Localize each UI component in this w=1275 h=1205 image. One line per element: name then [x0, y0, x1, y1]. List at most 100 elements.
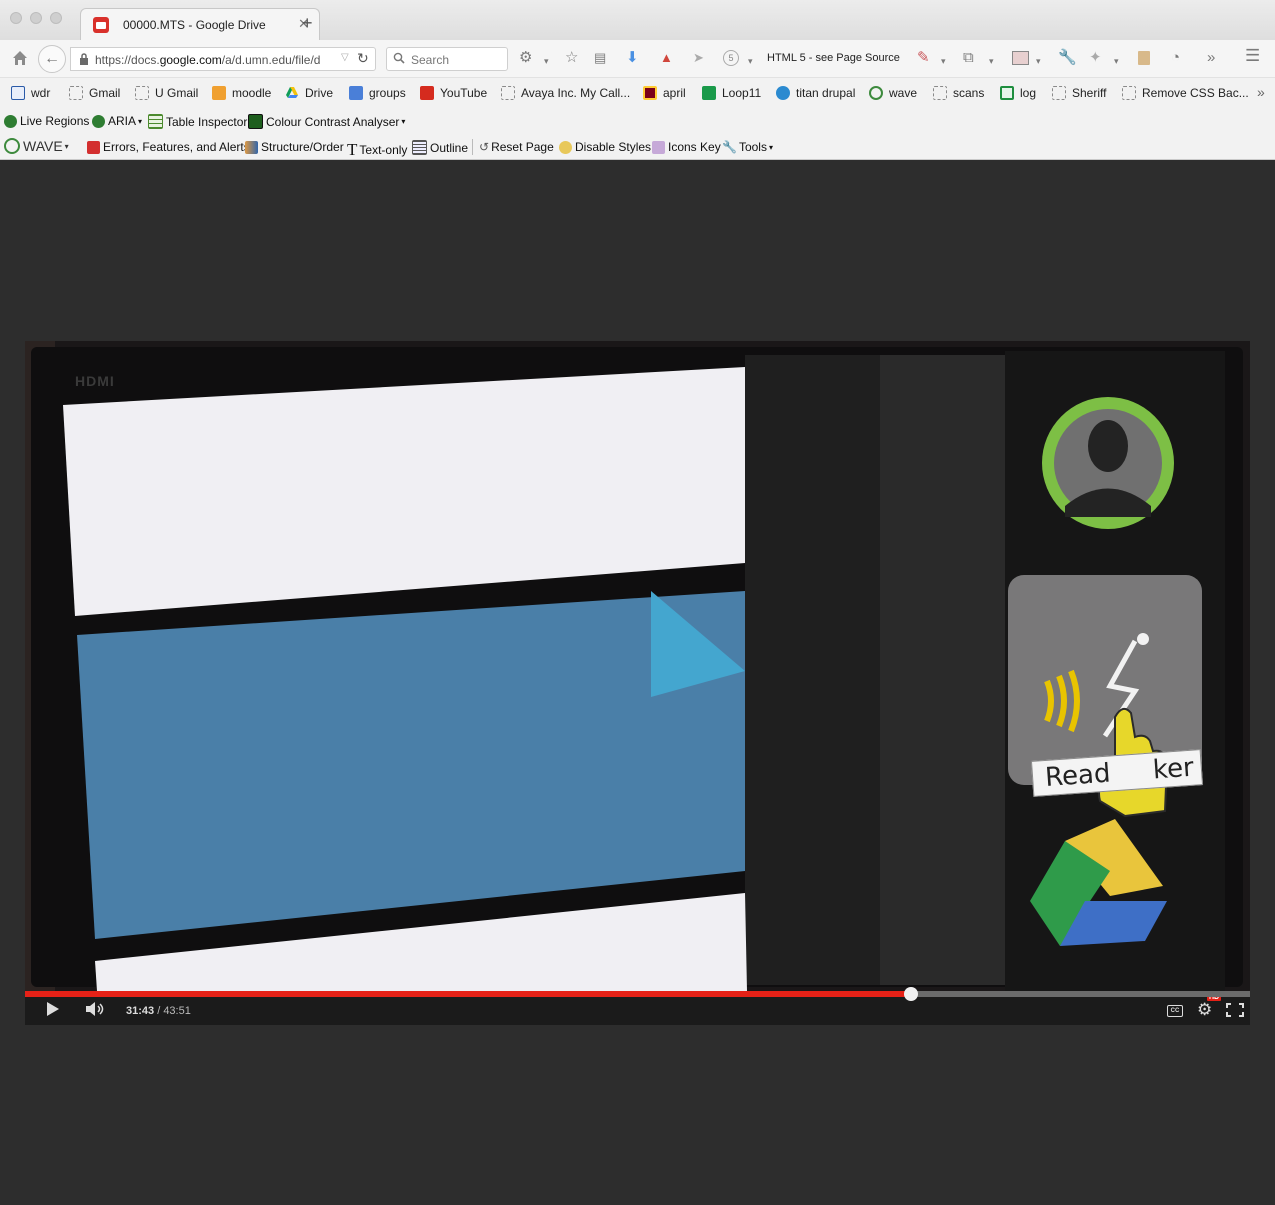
progress-bar[interactable] [25, 987, 1250, 1001]
tab-google-drive[interactable]: 00000.MTS - Google Drive ✕ [80, 8, 320, 40]
bookmark-wave[interactable]: wave [869, 86, 917, 100]
crop-dropdown-icon[interactable]: ▾ [989, 52, 994, 70]
dropdown-icon[interactable]: ▾ [748, 52, 753, 70]
lock-icon [79, 53, 89, 68]
new-tab-button[interactable]: + [302, 14, 313, 32]
overflow-chevron-icon[interactable]: » [1207, 49, 1215, 67]
paint-icon[interactable]: ✦ [1089, 49, 1102, 67]
bookmark-label: scans [953, 86, 985, 100]
bookmark-groups[interactable]: groups [349, 86, 406, 100]
back-arrow-icon: ← [44, 50, 60, 67]
play-icon[interactable] [45, 1001, 61, 1020]
fullscreen-icon[interactable] [1226, 1003, 1244, 1020]
bookmark-wdr[interactable]: wdr [11, 86, 50, 100]
errors-features-alerts-button[interactable]: Errors, Features, and Alerts [87, 140, 250, 154]
video-player[interactable]: Read ker HDMI 31:43 / 43:51 CC ⚙ HD [25, 341, 1250, 1025]
hamburger-menu-icon[interactable]: ☰ [1245, 47, 1260, 65]
search-placeholder: Search [411, 53, 450, 67]
live-regions-button[interactable]: Live Regions [4, 114, 89, 128]
bookmark-u-gmail[interactable]: U Gmail [135, 86, 198, 100]
captions-icon[interactable]: CC [1167, 1005, 1183, 1017]
url-dropdown-icon[interactable]: ▽ [341, 52, 349, 63]
wave-dropdown-icon: ▾ [64, 141, 69, 151]
zoom-window-button[interactable] [50, 12, 62, 24]
settings-gear-icon[interactable]: ⚙ [1197, 1000, 1212, 1020]
wave-icon [869, 86, 883, 100]
outline-button[interactable]: Outline [412, 140, 468, 155]
wave-logo-icon [4, 138, 20, 154]
bookmark-label: Remove CSS Bac... [1142, 86, 1249, 100]
page-icon [135, 86, 149, 100]
bookmark-label: Gmail [89, 86, 121, 100]
addon-flame-icon[interactable]: ▲ [660, 49, 673, 67]
outline-icon [412, 140, 427, 155]
text-only-button[interactable]: T Text-only [347, 140, 407, 160]
errors-label: Errors, Features, and Alerts [103, 140, 250, 154]
broom-dropdown-icon[interactable]: ▾ [941, 52, 946, 70]
table-inspector-button[interactable]: Table Inspector [148, 114, 247, 129]
bookmark-april[interactable]: april [643, 86, 686, 100]
broom-icon[interactable]: ✎ [917, 49, 930, 67]
close-window-button[interactable] [10, 12, 22, 24]
screen-icon[interactable] [1012, 51, 1029, 65]
bookmark-youtube[interactable]: YouTube [420, 86, 487, 100]
disable-styles-button[interactable]: Disable Styles [559, 140, 651, 154]
bookmark-avaya[interactable]: Avaya Inc. My Call... [501, 86, 630, 100]
home-icon[interactable] [11, 49, 29, 73]
bookmark-label: Loop11 [722, 86, 762, 100]
search-input[interactable]: Search [386, 47, 508, 71]
wave-toolbar: WAVE ▾ Errors, Features, and Alerts Struc… [0, 134, 1275, 160]
back-button[interactable]: ← [38, 45, 66, 73]
colour-contrast-button[interactable]: Colour Contrast Analyser ▾ [248, 114, 405, 129]
bookmark-moodle[interactable]: moodle [212, 86, 271, 100]
count-badge[interactable]: 5 [723, 50, 739, 66]
notebook-icon[interactable] [1138, 51, 1150, 65]
tools-button[interactable]: 🔧 Tools ▾ [722, 140, 773, 154]
wdr-icon [11, 86, 25, 100]
current-time: 31:43 [126, 1005, 155, 1017]
tab-title: 00000.MTS - Google Drive [123, 18, 266, 32]
bookmark-label: YouTube [440, 86, 488, 100]
minimize-window-button[interactable] [30, 12, 42, 24]
bookmark-star-icon[interactable]: ☆ [565, 49, 578, 67]
video-content [25, 341, 1250, 991]
bookmark-log[interactable]: log [1000, 86, 1036, 100]
paint-dropdown-icon[interactable]: ▾ [1114, 52, 1119, 70]
bookmark-scans[interactable]: scans [933, 86, 984, 100]
table-inspector-label: Table Inspector [166, 114, 248, 129]
search-icon [393, 52, 405, 67]
send-icon[interactable]: ➤ [693, 49, 704, 67]
gear-dropdown-icon[interactable]: ▾ [544, 52, 549, 70]
icons-key-button[interactable]: Icons Key [652, 140, 721, 154]
bookmark-titan-drupal[interactable]: titan drupal [776, 86, 855, 100]
reading-list-icon[interactable]: ▤ [594, 49, 606, 67]
live-regions-label: Live Regions [20, 114, 90, 128]
aria-button[interactable]: ARIA ▾ [92, 114, 142, 128]
bookmarks-overflow-icon[interactable]: » [1257, 84, 1265, 100]
download-icon[interactable]: ⬇ [626, 49, 639, 67]
structure-order-button[interactable]: Structure/Order [245, 140, 344, 154]
crop-icon[interactable]: ⧉ [963, 49, 974, 67]
wave-menu-button[interactable]: WAVE ▾ [4, 138, 69, 154]
bookmarks-bar: wdr Gmail U Gmail moodle Drive groups Yo… [0, 78, 1275, 108]
history-icon[interactable]: ◔ [1171, 49, 1180, 67]
bookmark-gmail[interactable]: Gmail [69, 86, 120, 100]
reload-icon[interactable]: ↻ [357, 50, 369, 67]
bookmark-remove-css[interactable]: Remove CSS Bac... [1122, 86, 1249, 100]
bookmark-drive[interactable]: Drive [285, 86, 333, 100]
aria-label: ARIA [108, 114, 137, 128]
reset-page-button[interactable]: ↺ Reset Page [479, 140, 554, 154]
table-icon [148, 114, 163, 129]
url-bar[interactable]: https://docs.google.com/a/d.umn.edu/file… [70, 47, 376, 71]
volume-icon[interactable] [85, 1001, 107, 1020]
gear-icon[interactable]: ⚙ [519, 49, 532, 67]
page-source-label[interactable]: HTML 5 - see Page Source [767, 52, 900, 64]
bookmark-sheriff[interactable]: Sheriff [1052, 86, 1106, 100]
progress-fill [25, 991, 912, 997]
moodle-icon [212, 86, 226, 100]
bookmark-loop11[interactable]: Loop11 [702, 86, 761, 100]
video-frame[interactable]: Read ker HDMI [25, 341, 1250, 991]
wrench-icon[interactable]: 🔧 [1058, 49, 1077, 67]
screen-dropdown-icon[interactable]: ▾ [1036, 52, 1041, 70]
progress-scrubber-handle[interactable] [904, 987, 919, 1001]
